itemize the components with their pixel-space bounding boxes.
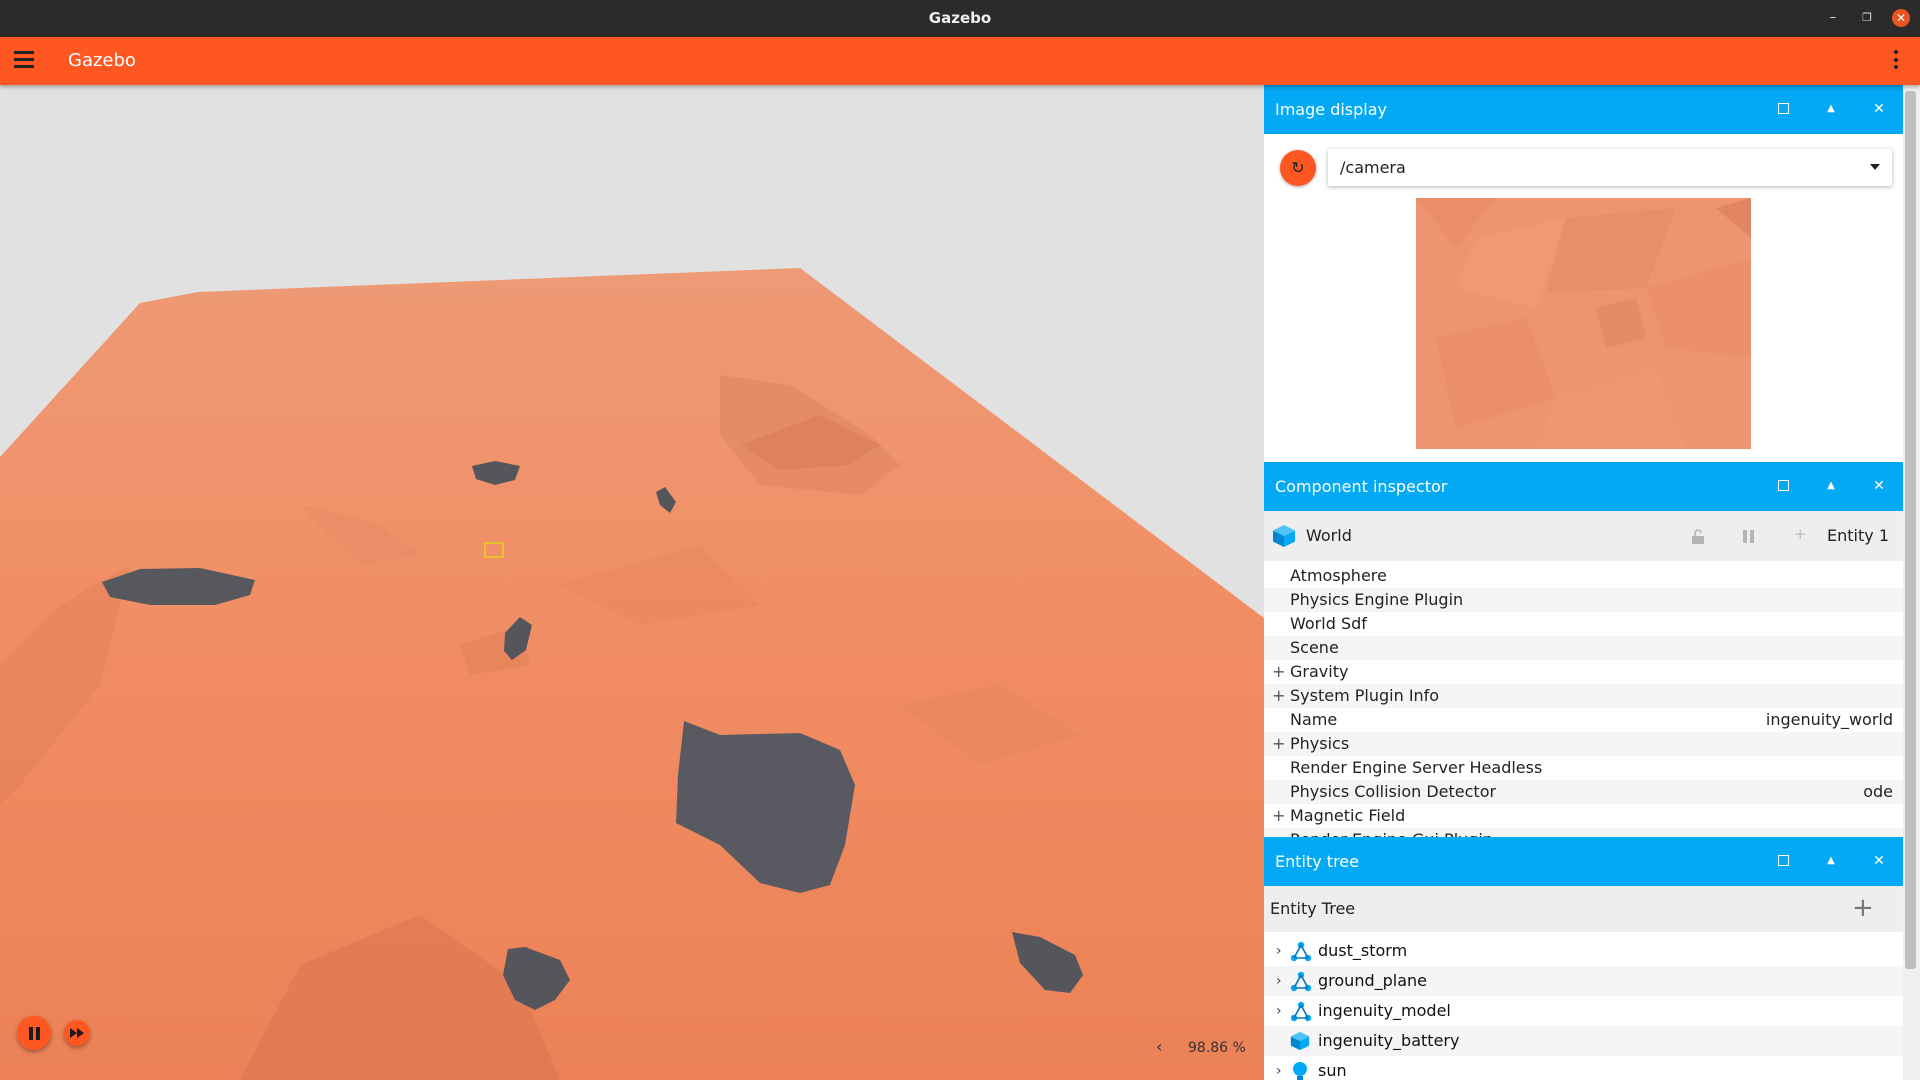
component-value: ode: [1863, 782, 1893, 801]
minimize-icon[interactable]: –: [1824, 9, 1842, 27]
scrollbar-thumb[interactable]: [1905, 91, 1916, 969]
pause-button[interactable]: [17, 1016, 51, 1050]
component-row[interactable]: + Gravity: [1264, 660, 1903, 684]
window-title: Gazebo: [928, 9, 992, 27]
component-label: Render Engine Gui Plugin: [1290, 828, 1493, 837]
panel-title: Entity tree: [1275, 852, 1359, 871]
component-inspector-panel: Component inspector ▲ ✕ World + Entity 1…: [1264, 462, 1903, 837]
tree-item[interactable]: › sun: [1264, 1056, 1903, 1080]
component-row[interactable]: Physics Collision Detector ode: [1264, 780, 1903, 804]
component-label: System Plugin Info: [1290, 686, 1440, 705]
component-label: Atmosphere: [1290, 566, 1387, 585]
panel-float-icon[interactable]: [1774, 100, 1792, 118]
panel-float-icon[interactable]: [1774, 852, 1792, 870]
component-label: Gravity: [1290, 662, 1349, 681]
panel-close-icon[interactable]: ✕: [1870, 852, 1888, 870]
component-value: ingenuity_world: [1765, 710, 1893, 729]
image-display-panel: Image display ▲ ✕ ↻ /camera: [1264, 85, 1903, 462]
panel-header: Entity tree ▲ ✕: [1264, 837, 1903, 886]
component-row[interactable]: Name ingenuity_world: [1264, 708, 1903, 732]
add-component-icon[interactable]: +: [1794, 525, 1807, 543]
lock-icon[interactable]: [1691, 529, 1705, 545]
panel-collapse-icon[interactable]: ▲: [1822, 100, 1840, 118]
collapse-stats-icon[interactable]: ‹: [1156, 1037, 1162, 1056]
tree-body: Entity Tree + › dust_storm › ground_plane › i…: [1264, 886, 1903, 1080]
sidebar-scrollbar[interactable]: [1903, 85, 1920, 1080]
fast-forward-icon: [70, 1028, 84, 1038]
tree-item[interactable]: › ground_plane: [1264, 966, 1903, 996]
add-entity-icon[interactable]: +: [1852, 893, 1874, 923]
light-icon: [1290, 1061, 1310, 1080]
refresh-button[interactable]: ↻: [1280, 150, 1316, 186]
entity-name: World: [1306, 526, 1352, 545]
component-row[interactable]: + System Plugin Info: [1264, 684, 1903, 708]
chevron-right-icon[interactable]: ›: [1276, 996, 1282, 1026]
expand-plus-icon[interactable]: +: [1272, 684, 1285, 708]
app-title: Gazebo: [68, 50, 136, 71]
entity-id: Entity 1: [1827, 526, 1889, 545]
dropdown-arrow-icon: [1870, 164, 1880, 170]
component-row[interactable]: Atmosphere: [1264, 564, 1903, 588]
real-time-factor: 98.86 %: [1188, 1040, 1246, 1056]
component-label: Scene: [1290, 638, 1339, 657]
chevron-right-icon[interactable]: ›: [1276, 936, 1282, 966]
panel-collapse-icon[interactable]: ▲: [1822, 852, 1840, 870]
component-label: Render Engine Server Headless: [1290, 758, 1543, 777]
panel-header: Component inspector ▲ ✕: [1264, 462, 1903, 511]
component-row[interactable]: Render Engine Server Headless: [1264, 756, 1903, 780]
panel-title: Image display: [1275, 100, 1388, 119]
tree-item-label: ground_plane: [1318, 971, 1427, 990]
maximize-icon[interactable]: ❐: [1858, 9, 1876, 27]
pause-updates-icon[interactable]: [1742, 530, 1755, 543]
tree-item-label: dust_storm: [1318, 941, 1408, 960]
chevron-right-icon[interactable]: ›: [1276, 1056, 1282, 1080]
camera-image: [1416, 198, 1751, 449]
expand-plus-icon[interactable]: +: [1272, 804, 1285, 828]
app-bar: Gazebo: [0, 37, 1920, 85]
expand-plus-icon[interactable]: +: [1272, 732, 1285, 756]
component-row[interactable]: Render Engine Gui Plugin: [1264, 828, 1903, 837]
tree-item[interactable]: ingenuity_battery: [1264, 1026, 1903, 1056]
tree-header-label: Entity Tree: [1270, 899, 1356, 918]
component-label: Physics: [1290, 734, 1350, 753]
panel-title: Component inspector: [1275, 477, 1448, 496]
panel-close-icon[interactable]: ✕: [1870, 100, 1888, 118]
tree-header: Entity Tree +: [1264, 886, 1903, 932]
kebab-menu-icon[interactable]: [1892, 50, 1900, 72]
panel-header: Image display ▲ ✕: [1264, 85, 1903, 134]
topic-value: /camera: [1340, 158, 1406, 177]
component-row[interactable]: Scene: [1264, 636, 1903, 660]
terrain-render: [0, 268, 1264, 1080]
entity-header: World + Entity 1: [1264, 511, 1903, 561]
hamburger-menu-icon[interactable]: [14, 51, 34, 71]
tree-item[interactable]: › dust_storm: [1264, 936, 1903, 966]
component-row[interactable]: + Magnetic Field: [1264, 804, 1903, 828]
panel-float-icon[interactable]: [1774, 477, 1792, 495]
tree-item-label: ingenuity_battery: [1318, 1031, 1460, 1050]
expand-plus-icon[interactable]: +: [1272, 660, 1285, 684]
panel-close-icon[interactable]: ✕: [1870, 477, 1888, 495]
step-forward-button[interactable]: [64, 1020, 90, 1046]
component-row[interactable]: Physics Engine Plugin: [1264, 588, 1903, 612]
close-icon[interactable]: ✕: [1892, 9, 1910, 27]
component-label: Magnetic Field: [1290, 806, 1406, 825]
component-label: Physics Collision Detector: [1290, 782, 1497, 801]
component-row[interactable]: + Physics: [1264, 732, 1903, 756]
tree-item[interactable]: › ingenuity_model: [1264, 996, 1903, 1026]
chevron-right-icon[interactable]: ›: [1276, 966, 1282, 996]
inspector-body: World + Entity 1 Atmosphere Physics Engin…: [1264, 511, 1903, 837]
panel-collapse-icon[interactable]: ▲: [1822, 477, 1840, 495]
window-titlebar: Gazebo – ❐ ✕: [0, 0, 1920, 37]
component-label: Name: [1290, 710, 1338, 729]
tree-item-label: sun: [1318, 1061, 1347, 1080]
3d-viewport[interactable]: ‹ 98.86 %: [0, 85, 1264, 1080]
component-label: World Sdf: [1290, 614, 1367, 633]
topic-select[interactable]: /camera: [1328, 149, 1892, 186]
entity-tree-panel: Entity tree ▲ ✕ Entity Tree + › dust_stor…: [1264, 837, 1903, 1080]
world-cube-icon: [1273, 525, 1295, 547]
tree-item-label: ingenuity_model: [1318, 1001, 1451, 1020]
component-label: Physics Engine Plugin: [1290, 590, 1464, 609]
component-row[interactable]: World Sdf: [1264, 612, 1903, 636]
